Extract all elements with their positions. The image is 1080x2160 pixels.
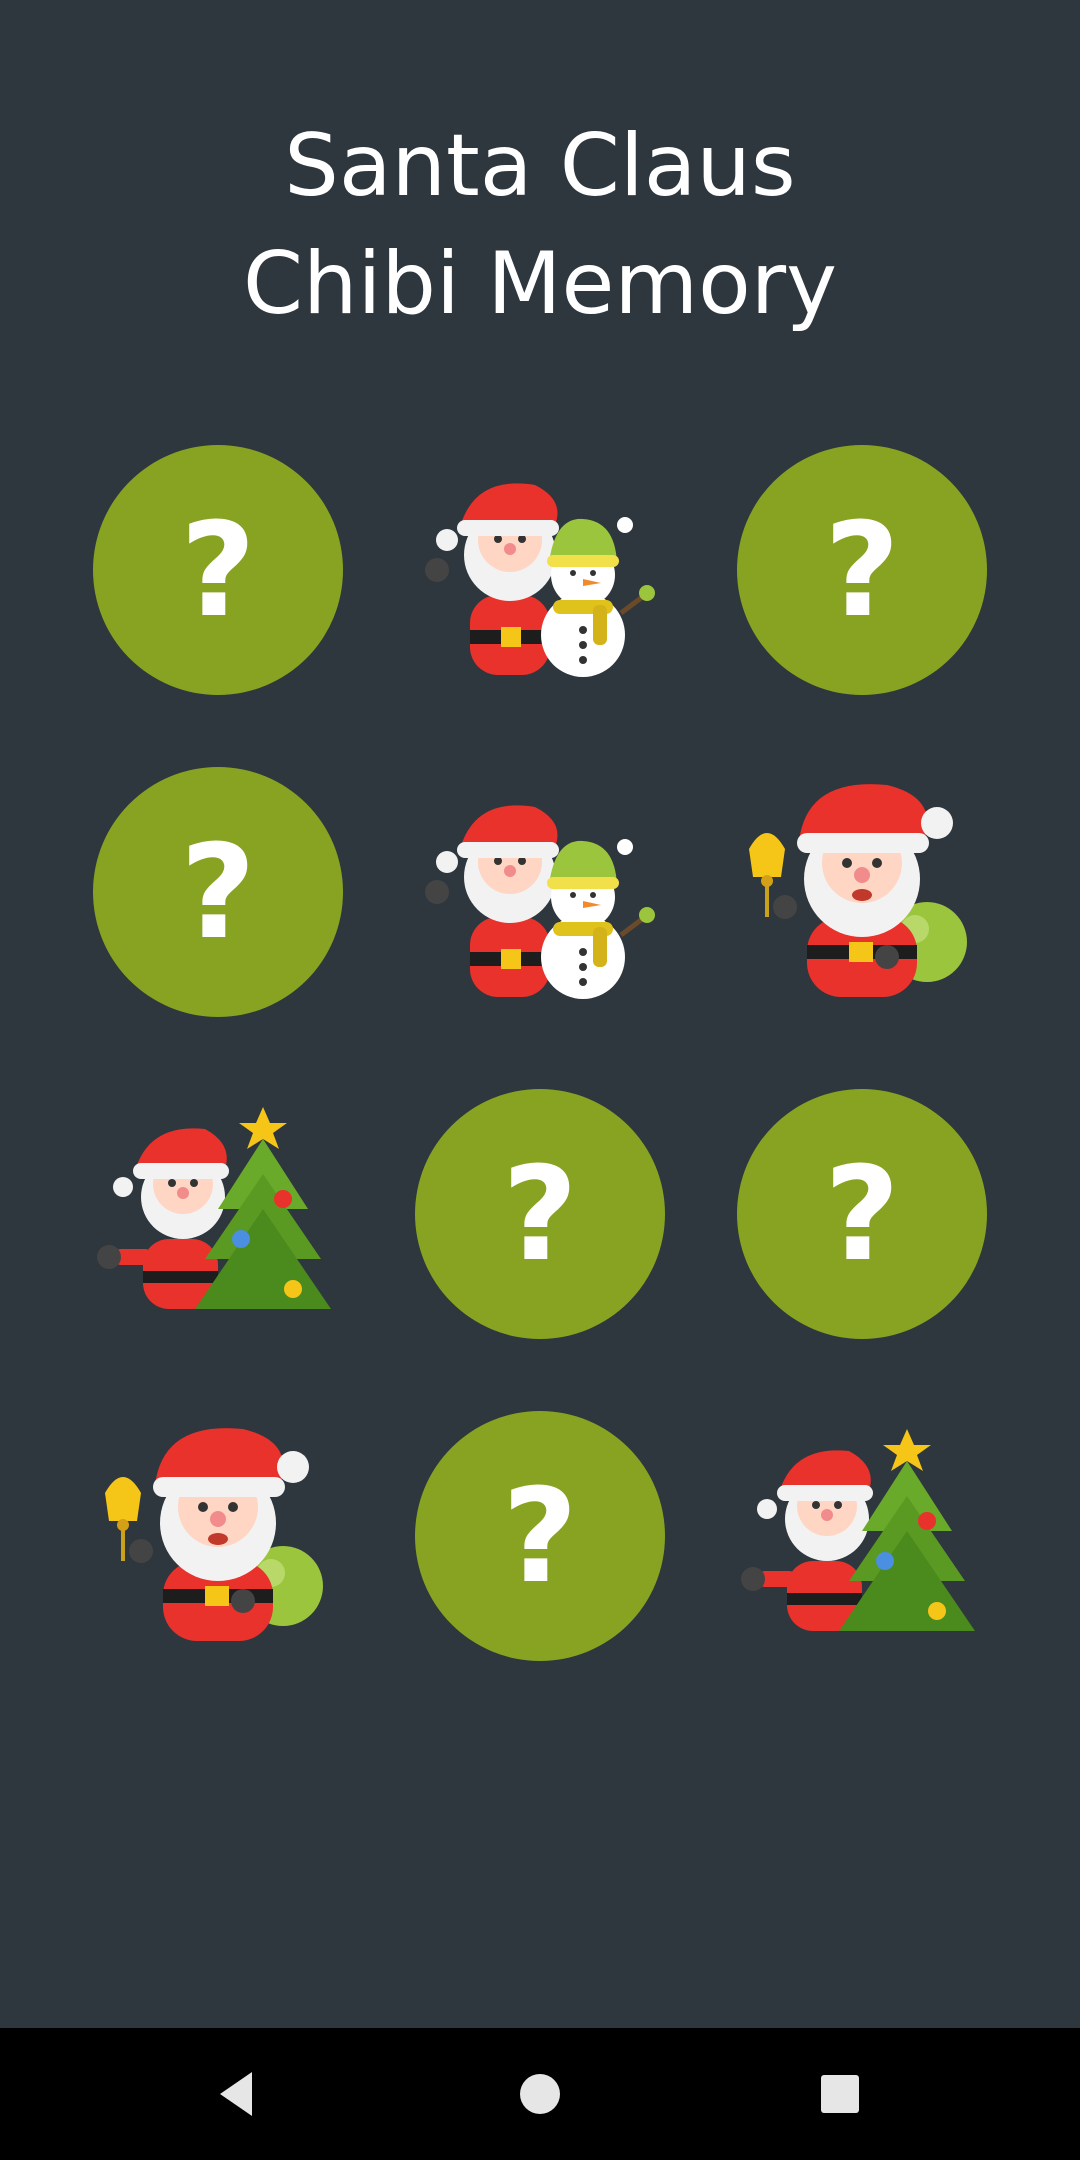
hidden-card[interactable]: ? <box>737 1089 987 1339</box>
title-line-2: Chibi Memory <box>242 234 838 334</box>
recents-icon[interactable] <box>810 2064 870 2124</box>
santa-bell-sack-icon[interactable] <box>737 767 987 1017</box>
card-slot-9[interactable]: ? <box>737 1089 987 1339</box>
card-slot-11[interactable]: ? <box>415 1411 665 1661</box>
card-slot-6[interactable] <box>737 767 987 1017</box>
santa-christmas-tree-icon[interactable] <box>93 1089 343 1339</box>
back-icon[interactable] <box>210 2064 270 2124</box>
card-slot-3[interactable]: ? <box>737 445 987 695</box>
hidden-card[interactable]: ? <box>415 1411 665 1661</box>
hidden-card[interactable]: ? <box>415 1089 665 1339</box>
home-icon[interactable] <box>510 2064 570 2124</box>
card-slot-5[interactable] <box>415 767 665 1017</box>
card-slot-4[interactable]: ? <box>93 767 343 1017</box>
title-line-1: Santa Claus <box>284 116 796 216</box>
hidden-card[interactable]: ? <box>93 767 343 1017</box>
santa-snowman-icon[interactable] <box>415 767 665 1017</box>
navigation-bar <box>0 2028 1080 2160</box>
hidden-card[interactable]: ? <box>93 445 343 695</box>
card-slot-10[interactable] <box>93 1411 343 1661</box>
card-slot-7[interactable] <box>93 1089 343 1339</box>
card-slot-8[interactable]: ? <box>415 1089 665 1339</box>
card-slot-2[interactable] <box>415 445 665 695</box>
santa-christmas-tree-icon[interactable] <box>737 1411 987 1661</box>
card-slot-12[interactable] <box>737 1411 987 1661</box>
santa-snowman-icon[interactable] <box>415 445 665 695</box>
card-slot-1[interactable]: ? <box>93 445 343 695</box>
hidden-card[interactable]: ? <box>737 445 987 695</box>
santa-bell-sack-icon[interactable] <box>93 1411 343 1661</box>
